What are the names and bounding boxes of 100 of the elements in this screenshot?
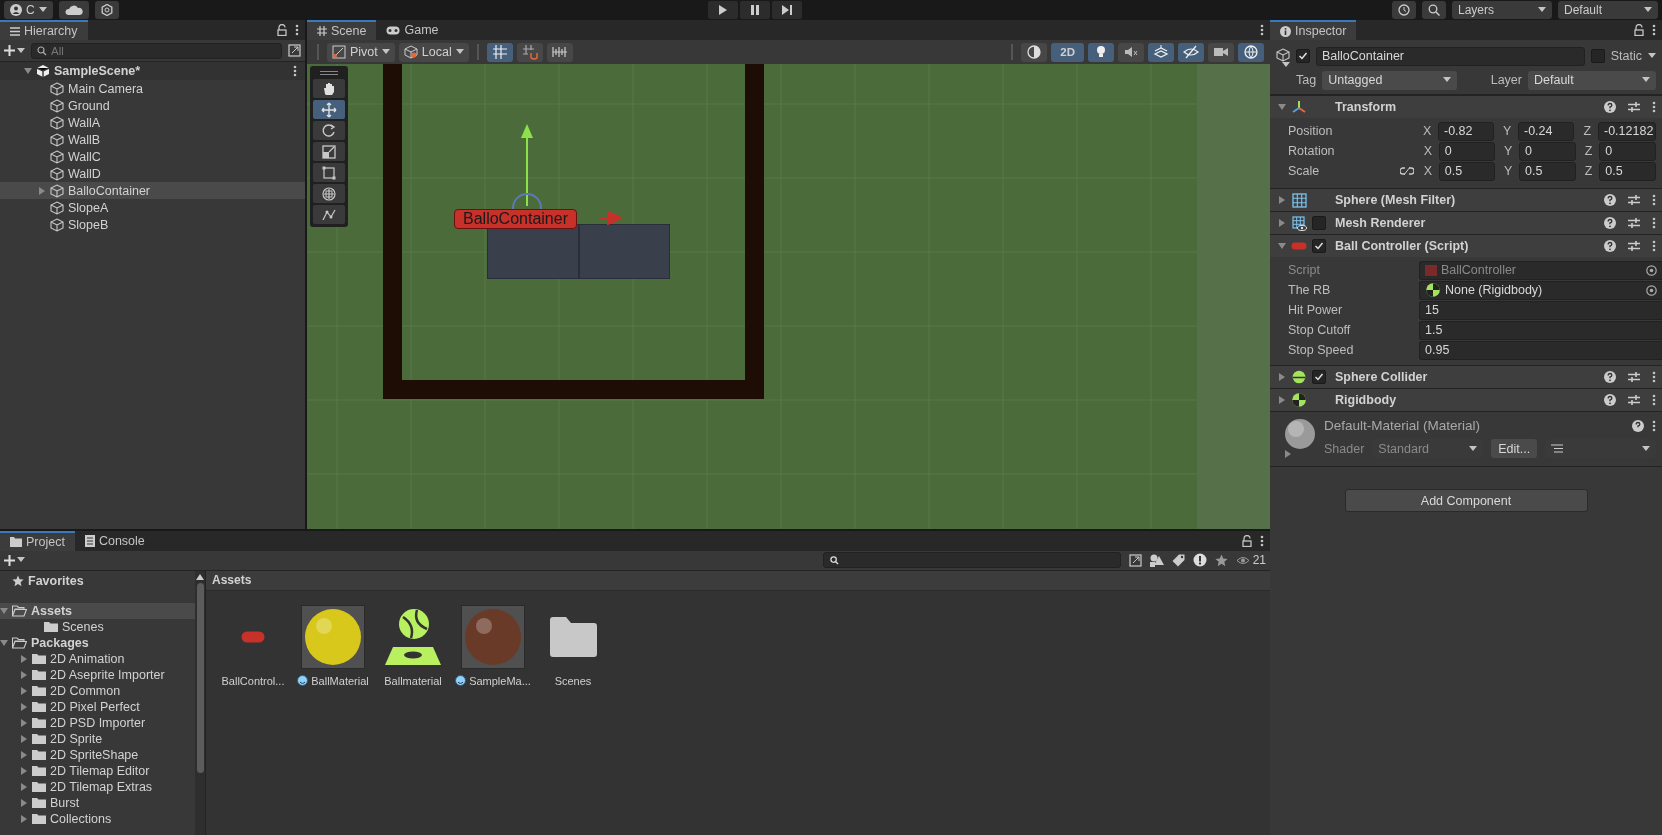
component-header[interactable]: Mesh Renderer (1270, 211, 1662, 234)
project-tree-item[interactable]: 2D Common (0, 682, 195, 699)
gizmos-button[interactable] (1238, 42, 1264, 62)
hierarchy-item[interactable]: WallA (0, 114, 305, 131)
expand-arrow-icon[interactable] (20, 798, 28, 807)
warning-icon[interactable] (1192, 553, 1207, 568)
custom-tool[interactable] (313, 205, 345, 224)
star-icon[interactable] (1214, 553, 1228, 567)
rect-tool[interactable] (313, 163, 345, 182)
presets-icon[interactable] (1628, 101, 1640, 113)
layers-dropdown[interactable]: Layers (1452, 1, 1552, 19)
number-field[interactable]: 0.5 (1519, 161, 1576, 181)
number-field[interactable]: 1.5 (1419, 320, 1662, 340)
more-icon[interactable] (295, 24, 299, 36)
expand-arrow-icon[interactable] (0, 638, 8, 647)
number-field[interactable]: 0.5 (1438, 161, 1496, 181)
expand-arrow-icon[interactable] (20, 782, 28, 791)
arrowhead-icon[interactable] (600, 211, 622, 225)
space-dropdown[interactable]: Local (398, 42, 469, 62)
name-field[interactable]: BalloContainer (1316, 46, 1585, 66)
shapes-icon[interactable] (1149, 553, 1164, 567)
project-tree-item[interactable]: Burst (0, 794, 195, 811)
snap-settings-button[interactable] (546, 42, 573, 62)
gear-button[interactable] (94, 1, 119, 19)
expand-arrow-icon[interactable] (1278, 219, 1286, 227)
lock-icon[interactable] (277, 24, 287, 36)
more-icon[interactable] (1652, 419, 1656, 432)
project-tab[interactable]: Project (0, 530, 75, 551)
help-icon[interactable] (1604, 217, 1616, 229)
history-button[interactable] (1392, 1, 1416, 19)
project-tree-item[interactable]: 2D Animation (0, 650, 195, 667)
add-component-button[interactable]: Add Component (1344, 489, 1588, 512)
project-tree-item[interactable]: Assets (0, 602, 195, 619)
more-icon[interactable] (1652, 217, 1656, 229)
checkbox[interactable] (1296, 49, 1310, 63)
more-icon[interactable] (1652, 101, 1656, 113)
inspector-tab[interactable]: Inspector (1270, 20, 1357, 40)
component-header[interactable]: Rigidbody (1270, 388, 1662, 411)
hierarchy-item[interactable]: WallD (0, 165, 305, 182)
expand-arrow-icon[interactable] (20, 670, 28, 679)
more-icon[interactable] (1652, 371, 1656, 383)
tag-dropdown[interactable]: Untagged (1322, 70, 1458, 90)
hierarchy-item[interactable]: WallC (0, 148, 305, 165)
play-button[interactable] (708, 1, 739, 19)
help-icon[interactable] (1604, 371, 1616, 383)
lock-icon[interactable] (1634, 24, 1644, 36)
expand-arrow-icon[interactable] (1278, 242, 1286, 250)
expand-arrow-icon[interactable] (38, 186, 46, 195)
expand-arrow-icon[interactable] (0, 606, 8, 615)
hierarchy-item[interactable]: Ground (0, 97, 305, 114)
step-button[interactable] (772, 1, 803, 19)
account-button[interactable]: C (4, 1, 53, 19)
expand-arrow-icon[interactable] (1284, 450, 1292, 458)
presets-icon[interactable] (1628, 394, 1640, 406)
hierarchy-item[interactable]: BalloContainer (0, 182, 305, 199)
hierarchy-tab[interactable]: Hierarchy (0, 20, 88, 40)
project-tree-item[interactable]: Packages (0, 634, 195, 651)
scale-tool[interactable] (313, 142, 345, 161)
expand-arrow-icon[interactable] (1278, 196, 1286, 204)
expand-arrow-icon[interactable] (20, 702, 28, 711)
target-icon[interactable] (1646, 284, 1657, 296)
visibility-toggle[interactable] (1178, 42, 1204, 62)
game-tab[interactable]: Game (376, 20, 449, 40)
layer-dropdown[interactable]: Default (1528, 70, 1656, 90)
shading-mode-button[interactable] (1021, 42, 1048, 62)
project-tree-item[interactable]: Collections (0, 810, 195, 827)
project-tree-item[interactable]: 2D Tilemap Extras (0, 778, 195, 795)
number-field[interactable]: 0 (1438, 141, 1496, 161)
project-tree-item[interactable]: 2D Sprite (0, 730, 195, 747)
lighting-toggle[interactable] (1088, 42, 1114, 62)
tag-icon[interactable] (1171, 553, 1185, 567)
component-header[interactable]: Sphere Collider (1270, 365, 1662, 388)
hidden-packages-count[interactable]: 21 (1235, 553, 1266, 568)
move-tool[interactable] (313, 100, 345, 119)
checkbox[interactable] (1312, 216, 1326, 230)
help-icon[interactable] (1604, 101, 1616, 113)
presets-icon[interactable] (1628, 240, 1640, 252)
number-field[interactable]: -0.12182 (1598, 121, 1656, 141)
hierarchy-item[interactable]: Main Camera (0, 80, 305, 97)
layout-dropdown[interactable]: Default (1558, 1, 1658, 19)
search-field[interactable] (822, 552, 1121, 569)
asset-label[interactable]: SampleMa... (455, 674, 531, 687)
asset-label[interactable]: Scenes (554, 674, 592, 687)
component-header[interactable]: Transform (1270, 95, 1662, 118)
number-field[interactable]: 0 (1599, 141, 1656, 161)
hand-tool[interactable] (313, 79, 345, 98)
audio-toggle[interactable] (1118, 42, 1144, 62)
more-icon[interactable] (1652, 194, 1656, 206)
lock-icon[interactable] (1242, 534, 1252, 547)
number-field[interactable]: 0 (1519, 141, 1576, 161)
checkbox[interactable] (1590, 49, 1605, 63)
project-tree-item[interactable]: 2D Pixel Perfect (0, 698, 195, 715)
presets-icon[interactable] (1628, 217, 1640, 229)
expand-arrow-icon[interactable] (1278, 103, 1286, 111)
expand-arrow-icon[interactable] (20, 814, 28, 823)
project-tree-item[interactable]: 2D SpriteShape (0, 746, 195, 763)
project-tree-item[interactable]: 2D PSD Importer (0, 714, 195, 731)
more-icon[interactable] (1260, 24, 1264, 36)
open-window-icon[interactable] (1128, 553, 1142, 567)
transform-tool[interactable] (313, 184, 345, 203)
